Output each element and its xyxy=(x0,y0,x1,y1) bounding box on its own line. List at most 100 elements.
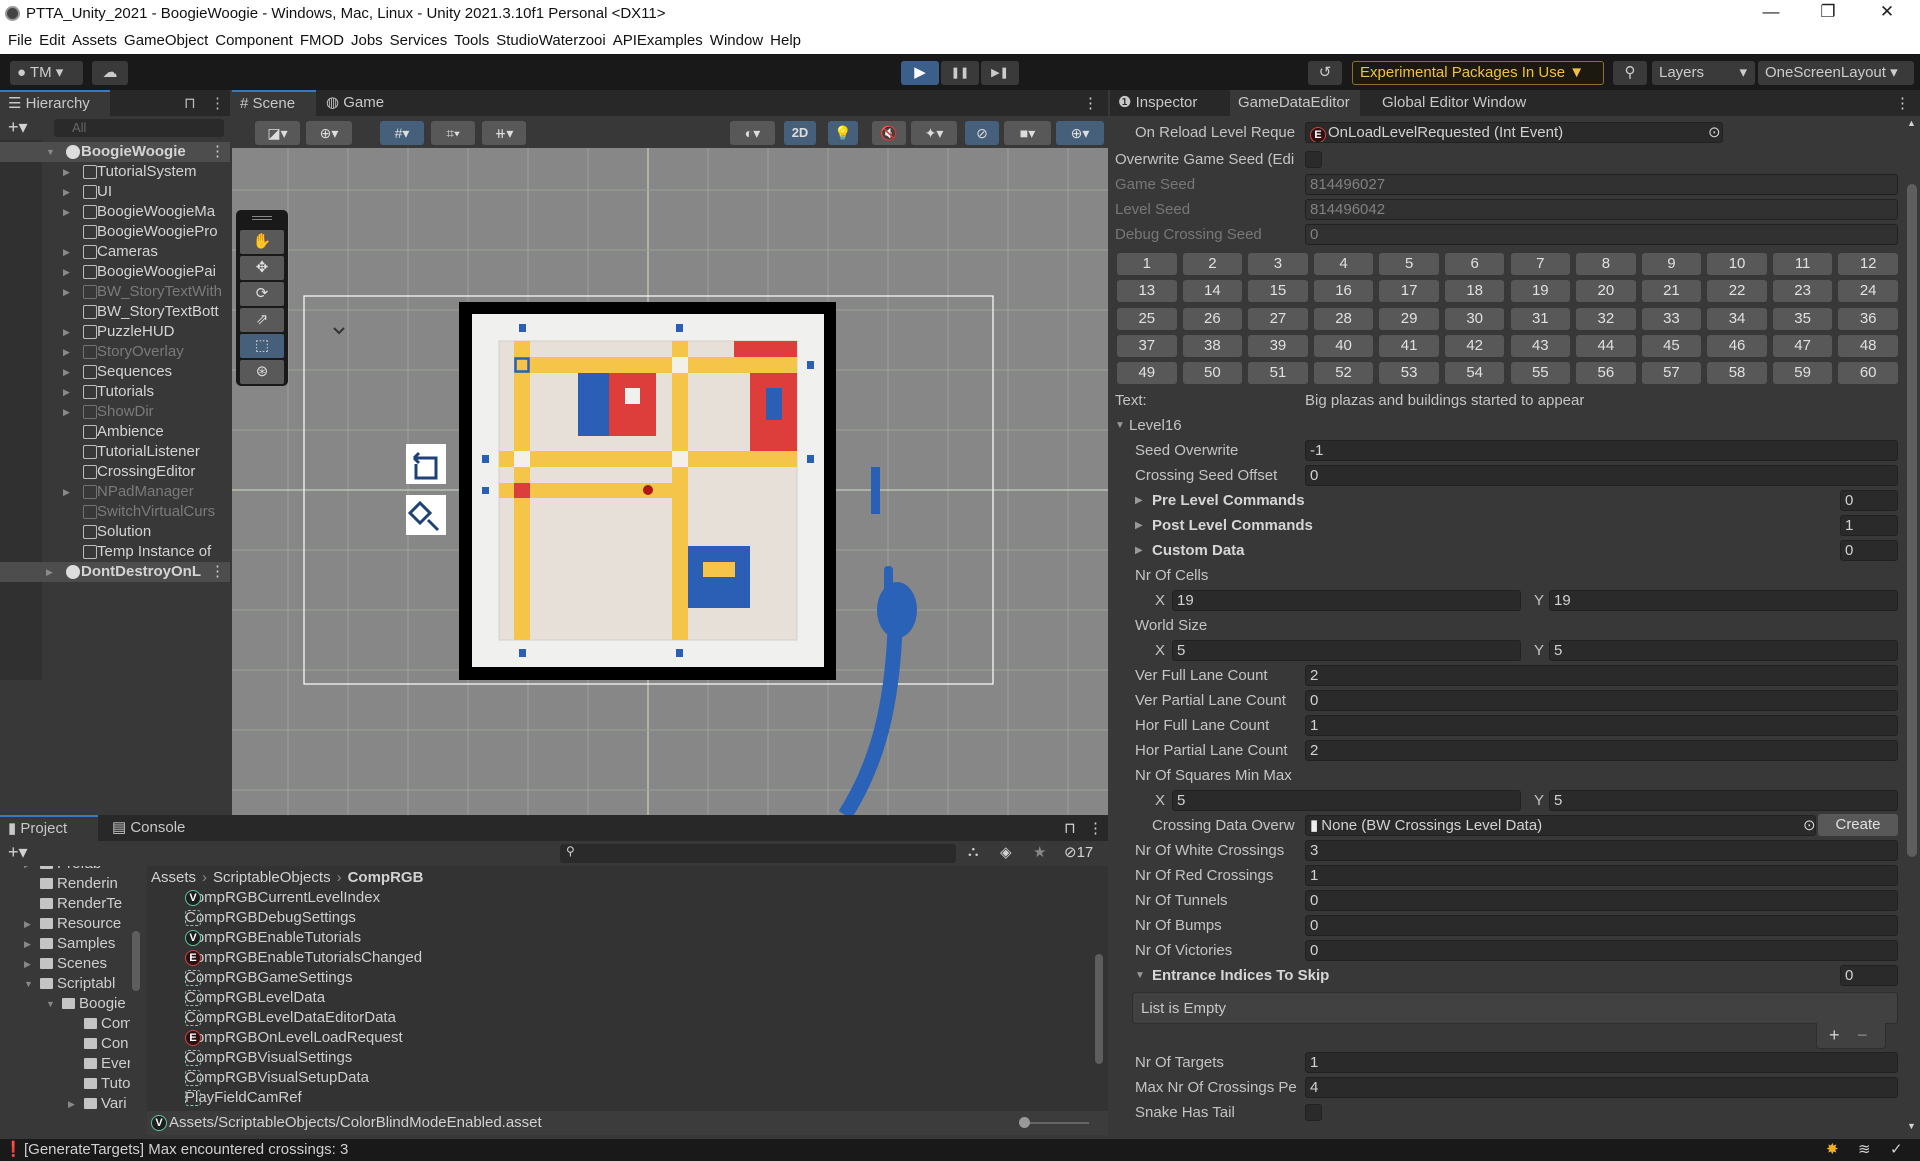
x-field[interactable]: 5 xyxy=(1172,640,1521,661)
chevron-down-icon[interactable]: ▼ xyxy=(46,142,55,162)
move-tool[interactable]: ✥ xyxy=(240,256,284,280)
object-picker-icon[interactable]: ⊙ xyxy=(1708,123,1721,141)
tab-inspector[interactable]: ❶ Inspector xyxy=(1110,90,1206,116)
minimize-button[interactable]: — xyxy=(1751,2,1791,26)
level-button-20[interactable]: 20 xyxy=(1576,280,1636,303)
account-dropdown[interactable]: ● TM ▾ xyxy=(10,61,83,85)
level-button-18[interactable]: 18 xyxy=(1444,280,1505,303)
level-button-6[interactable]: 6 xyxy=(1444,253,1505,275)
hierarchy-item[interactable]: BoogieWoogiePro xyxy=(0,222,230,242)
lock-icon[interactable]: ⊓ xyxy=(184,94,196,112)
hierarchy-item[interactable]: SwitchVirtualCurs xyxy=(0,502,230,522)
hierarchy-item[interactable]: Solution xyxy=(0,522,230,542)
level-button-55[interactable]: 55 xyxy=(1510,362,1571,385)
bug-icon[interactable]: ✸ xyxy=(1826,1139,1839,1161)
hierarchy-item[interactable]: ▶ NPadManager xyxy=(0,482,230,502)
y-field[interactable]: 19 xyxy=(1549,590,1898,611)
folder-item[interactable]: ▼ Scriptabl xyxy=(0,974,130,994)
restore-button[interactable]: ❐ xyxy=(1808,2,1848,26)
level-button-45[interactable]: 45 xyxy=(1641,334,1702,357)
level-button-59[interactable]: 59 xyxy=(1772,362,1833,385)
hierarchy-scene-root[interactable]: ▼ BoogieWoogie ⋮ xyxy=(0,142,230,162)
y-field[interactable]: 5 xyxy=(1549,790,1898,811)
more-menu-icon[interactable]: ⋮ xyxy=(210,94,225,112)
level-button-49[interactable]: 49 xyxy=(1117,362,1177,385)
folder-tree-scrollbar[interactable] xyxy=(130,871,142,1101)
hierarchy-item[interactable]: ▶ PuzzleHUD xyxy=(0,322,230,342)
hierarchy-item[interactable]: ▶ TutorialSystem xyxy=(0,162,230,182)
chevron-right-icon[interactable]: ▶ xyxy=(63,162,70,182)
level-button-19[interactable]: 19 xyxy=(1510,280,1571,303)
hierarchy-item[interactable]: ▶ Sequences xyxy=(0,362,230,382)
level-button-30[interactable]: 30 xyxy=(1444,307,1505,330)
level-button-4[interactable]: 4 xyxy=(1313,253,1374,275)
menu-services[interactable]: Services xyxy=(389,28,454,54)
level-button-15[interactable]: 15 xyxy=(1248,280,1308,303)
hierarchy-item[interactable]: ▶ UI xyxy=(0,182,230,202)
game-seed-field[interactable]: 814496027 xyxy=(1305,174,1898,195)
hidden-objects-toggle[interactable]: ⊘ xyxy=(965,121,999,145)
experimental-packages-button[interactable]: Experimental Packages In Use ▼ xyxy=(1352,61,1604,85)
level-button-46[interactable]: 46 xyxy=(1707,334,1767,357)
level-button-2[interactable]: 2 xyxy=(1182,253,1243,275)
level-button-13[interactable]: 13 xyxy=(1117,280,1177,303)
asset-item[interactable]: V CompRGBEnableTutorials xyxy=(165,928,965,948)
level-button-36[interactable]: 36 xyxy=(1838,307,1898,330)
value-field[interactable]: 2 xyxy=(1305,740,1898,761)
asset-item[interactable]: CompRGBVisualSetupData xyxy=(165,1068,965,1088)
level-button-21[interactable]: 21 xyxy=(1641,280,1702,303)
hierarchy-item[interactable]: BW_StoryTextBott xyxy=(0,302,230,322)
menu-tools[interactable]: Tools xyxy=(453,28,495,54)
menu-component[interactable]: Component xyxy=(214,28,299,54)
hierarchy-item[interactable]: Temp Instance of xyxy=(0,542,230,562)
play-button[interactable]: ▶ xyxy=(901,61,939,85)
cache-server-icon[interactable]: ≋ xyxy=(1858,1139,1871,1161)
level-button-16[interactable]: 16 xyxy=(1313,280,1374,303)
level-button-43[interactable]: 43 xyxy=(1510,334,1571,357)
breadcrumb-item[interactable]: ScriptableObjects xyxy=(213,869,331,886)
chevron-right-icon[interactable]: ▶ xyxy=(63,482,70,502)
chevron-right-icon[interactable]: ▶ xyxy=(63,242,70,262)
pause-button[interactable]: ❚❚ xyxy=(941,61,979,85)
search-button[interactable]: ⚲ xyxy=(1613,61,1647,85)
hierarchy-item[interactable]: ▶ Tutorials xyxy=(0,382,230,402)
level-button-48[interactable]: 48 xyxy=(1838,334,1898,357)
level-button-26[interactable]: 26 xyxy=(1182,307,1243,330)
array-size-field[interactable]: 0 xyxy=(1840,490,1898,511)
chevron-right-icon[interactable]: ▶ xyxy=(1135,545,1143,556)
asset-item[interactable]: E CompRGBOnLevelLoadRequest xyxy=(165,1028,965,1048)
level-button-31[interactable]: 31 xyxy=(1510,307,1571,330)
shading-dropdown[interactable]: ◐▾ xyxy=(730,121,775,145)
more-menu-icon[interactable]: ⋮ xyxy=(1083,94,1098,112)
increment-snap-dropdown[interactable]: ⧺▾ xyxy=(482,121,526,145)
level-button-40[interactable]: 40 xyxy=(1313,334,1374,357)
level-button-23[interactable]: 23 xyxy=(1772,280,1833,303)
remove-element-button[interactable]: − xyxy=(1857,1025,1868,1046)
chevron-right-icon[interactable]: ▶ xyxy=(24,866,31,874)
asset-scrollbar[interactable] xyxy=(1093,894,1105,1084)
level-button-11[interactable]: 11 xyxy=(1772,253,1833,275)
level-button-7[interactable]: 7 xyxy=(1510,253,1571,275)
chevron-right-icon[interactable]: ▶ xyxy=(63,362,70,382)
chevron-right-icon[interactable]: ▶ xyxy=(63,322,70,342)
chevron-down-icon[interactable] xyxy=(333,327,345,335)
level-button-57[interactable]: 57 xyxy=(1641,362,1702,385)
rotate-tool[interactable]: ⟳ xyxy=(240,282,284,306)
event-object-field[interactable]: E OnLoadLevelRequested (Int Event) xyxy=(1305,122,1723,143)
object-field[interactable]: ▮ None (BW Crossings Level Data) xyxy=(1305,815,1816,836)
level-button-27[interactable]: 27 xyxy=(1248,307,1308,330)
folder-item[interactable]: ▶ Prefab xyxy=(0,866,130,874)
value-field[interactable]: 0 xyxy=(1305,690,1898,711)
icon-size-slider[interactable] xyxy=(1019,1117,1089,1128)
chevron-right-icon[interactable]: ▶ xyxy=(24,954,31,974)
array-size-field[interactable]: 1 xyxy=(1840,515,1898,536)
more-menu-icon[interactable]: ⋮ xyxy=(1895,94,1910,112)
asset-item[interactable]: E CompRGBEnableTutorialsChanged xyxy=(165,948,965,968)
menu-studiowaterzooi[interactable]: StudioWaterzooi xyxy=(495,28,612,54)
menu-fmod[interactable]: FMOD xyxy=(299,28,350,54)
level-button-35[interactable]: 35 xyxy=(1772,307,1833,330)
object-picker-icon[interactable]: ⊙ xyxy=(1803,816,1816,834)
chevron-right-icon[interactable]: ▶ xyxy=(1135,495,1143,506)
cloud-button[interactable]: ☁ xyxy=(92,61,128,85)
effects-dropdown[interactable]: ✦▾ xyxy=(911,121,957,145)
